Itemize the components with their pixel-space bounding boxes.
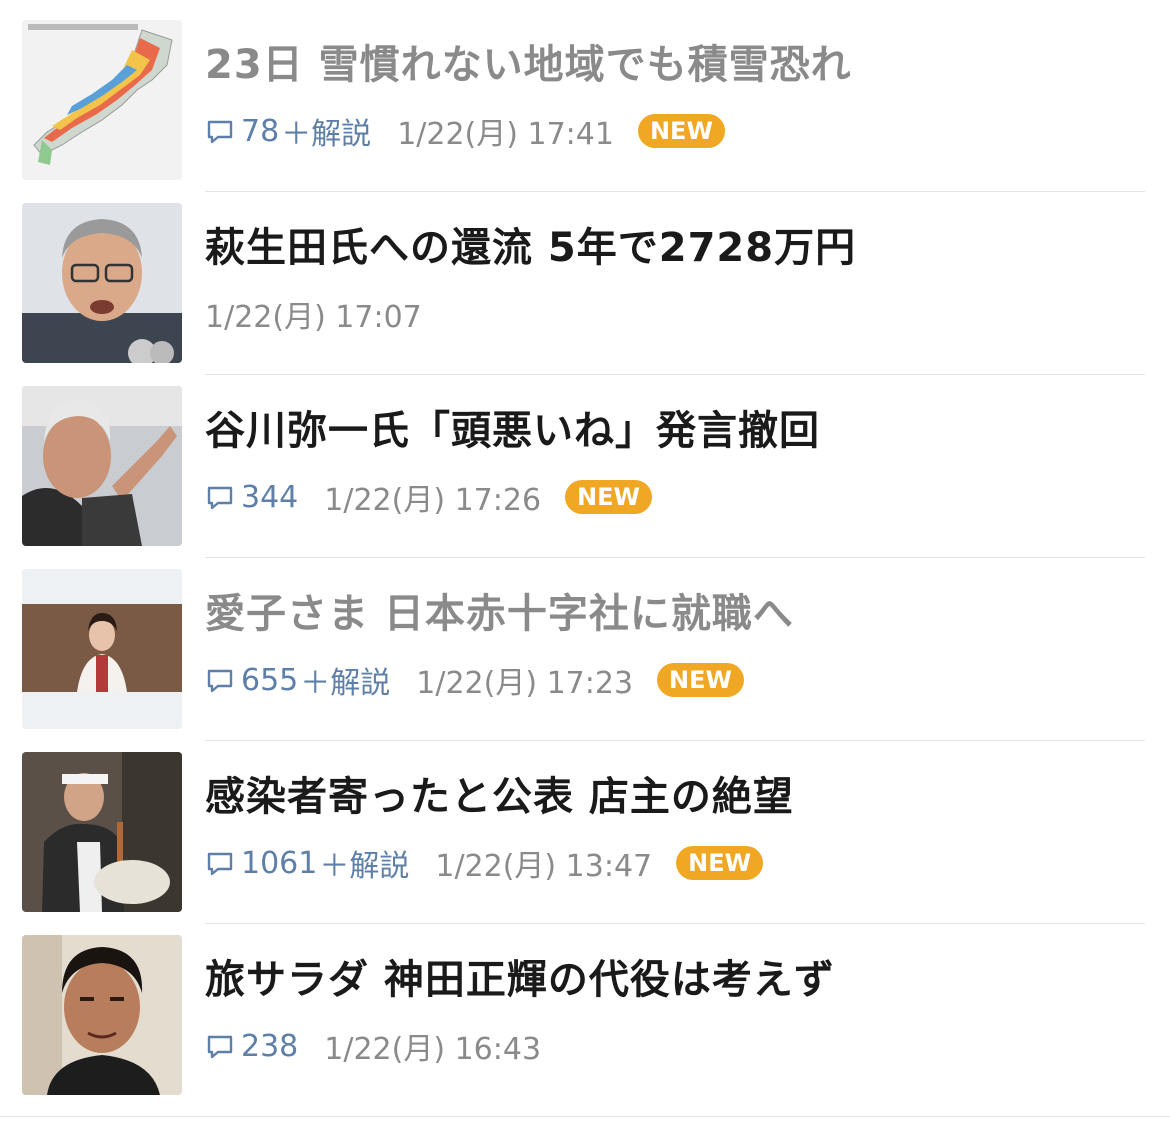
news-list: 23日 雪慣れない地域でも積雪恐れ 78 ＋解説 1/22(月) 17:41 N… [0,0,1170,1134]
comment-count[interactable]: 238 [205,1029,298,1064]
speech-bubble-icon [205,848,235,878]
article-meta: 344 1/22(月) 17:26 NEW [205,477,652,518]
article-meta: 78 ＋解説 1/22(月) 17:41 NEW [205,109,725,153]
article-timestamp: 1/22(月) 13:47 [435,849,653,884]
speech-bubble-icon [205,1031,235,1061]
article-title[interactable]: 感染者寄ったと公表 店主の絶望 [205,773,1155,821]
comment-count[interactable]: 1061 ＋解説 [205,841,409,885]
thumbnail-photo [22,752,182,912]
news-item[interactable]: 萩生田氏への還流 5年で2728万円 1/22(月) 17:07 [0,202,1170,385]
article-timestamp: 1/22(月) 17:41 [397,117,614,152]
commentary-label: ＋解説 [300,666,391,701]
comment-count-value: 238 [241,1028,299,1064]
commentary-label: ＋解説 [281,117,372,152]
article-meta: 1061 ＋解説 1/22(月) 13:47 NEW [205,841,764,885]
article-timestamp: 1/22(月) 17:26 [324,483,542,518]
new-badge: NEW [637,114,725,148]
thumbnail-photo [22,203,182,363]
comment-count-value: 78 [241,113,280,149]
article-title[interactable]: 萩生田氏への還流 5年で2728万円 [205,224,1155,272]
comment-count-value: 1061 [241,845,318,881]
article-meta: 1/22(月) 17:07 [205,294,446,335]
article-title[interactable]: 谷川弥一氏「頭悪いね」発言撤回 [205,407,1155,455]
article-meta: 238 1/22(月) 16:43 [205,1026,565,1067]
divider [205,374,1145,375]
commentary-label: ＋解説 [319,849,410,884]
news-item[interactable]: 愛子さま 日本赤十字社に就職へ 655 ＋解説 1/22(月) 17:23 NE… [0,568,1170,751]
divider [205,923,1145,924]
new-badge: NEW [657,663,744,697]
thumbnail-photo [22,386,182,546]
speech-bubble-icon [205,116,235,146]
speech-bubble-icon [205,482,235,512]
new-badge: NEW [676,846,764,880]
article-meta: 655 ＋解説 1/22(月) 17:23 NEW [205,658,744,702]
news-item[interactable]: 谷川弥一氏「頭悪いね」発言撤回 344 1/22(月) 17:26 NEW [0,385,1170,568]
divider [0,1116,1170,1117]
speech-bubble-icon [205,665,235,695]
news-item[interactable]: 23日 雪慣れない地域でも積雪恐れ 78 ＋解説 1/22(月) 17:41 N… [0,19,1170,202]
thumbnail-weather-map [22,20,182,180]
new-badge: NEW [565,480,652,514]
comment-count[interactable]: 78 ＋解説 [205,109,371,153]
article-timestamp: 1/22(月) 17:23 [416,666,634,701]
thumbnail-photo [22,569,182,729]
comment-count-value: 655 [241,662,299,698]
article-title[interactable]: 愛子さま 日本赤十字社に就職へ [205,590,1155,638]
divider [205,557,1145,558]
news-item[interactable]: 感染者寄ったと公表 店主の絶望 1061 ＋解説 1/22(月) 13:47 N… [0,751,1170,934]
thumbnail-photo [22,935,182,1095]
article-timestamp: 1/22(月) 17:07 [205,300,422,335]
article-title[interactable]: 旅サラダ 神田正輝の代役は考えず [205,956,1155,1004]
divider [205,191,1145,192]
comment-count[interactable]: 655 ＋解説 [205,658,390,702]
comment-count[interactable]: 344 [205,480,298,515]
news-item[interactable]: 旅サラダ 神田正輝の代役は考えず 238 1/22(月) 16:43 [0,934,1170,1117]
article-timestamp: 1/22(月) 16:43 [324,1032,542,1067]
divider [205,740,1145,741]
comment-count-value: 344 [241,479,299,515]
article-title[interactable]: 23日 雪慣れない地域でも積雪恐れ [205,41,1155,89]
